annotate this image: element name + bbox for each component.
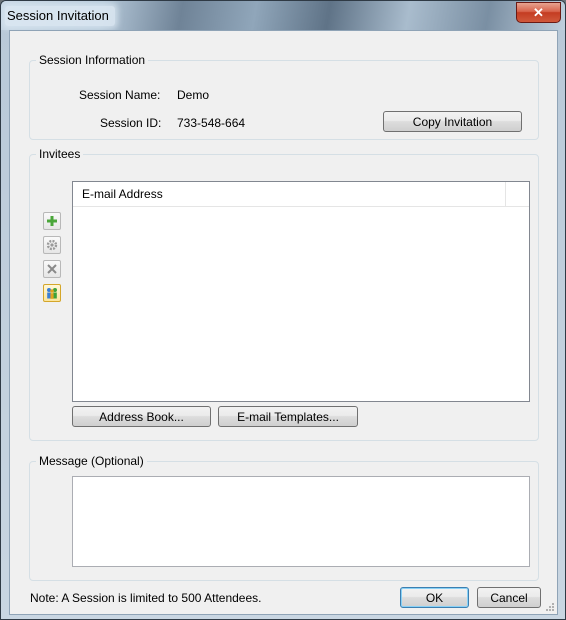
session-id-label: Session ID: <box>100 116 162 130</box>
list-header: E-mail Address <box>73 182 529 207</box>
cancel-button[interactable]: Cancel <box>477 587 541 608</box>
ok-button[interactable]: OK <box>400 587 469 608</box>
remove-invitee-button[interactable] <box>43 260 61 278</box>
column-separator[interactable] <box>505 182 506 206</box>
invitees-list[interactable]: E-mail Address <box>72 181 530 402</box>
title-bar[interactable]: Session Invitation ✕ <box>1 1 565 30</box>
add-invitee-button[interactable] <box>43 212 61 230</box>
copy-invitation-button[interactable]: Copy Invitation <box>383 111 522 132</box>
delete-icon <box>47 264 57 274</box>
close-button[interactable]: ✕ <box>516 2 561 23</box>
close-icon: ✕ <box>533 5 544 20</box>
email-templates-button[interactable]: E-mail Templates... <box>218 406 358 427</box>
session-id-value: 733-548-664 <box>177 116 246 130</box>
invitees-legend: Invitees <box>39 147 81 161</box>
session-name-label: Session Name: <box>79 88 161 102</box>
message-legend: Message (Optional) <box>39 454 144 468</box>
attendee-limit-note: Note: A Session is limited to 500 Attend… <box>30 591 262 605</box>
message-textarea[interactable] <box>72 476 530 567</box>
email-address-column-header[interactable]: E-mail Address <box>82 187 163 201</box>
people-icon <box>47 288 57 299</box>
session-invitation-window: Session Invitation ✕ Session Information… <box>0 0 566 620</box>
add-icon <box>47 216 57 226</box>
session-name-value: Demo <box>177 88 210 102</box>
dialog-client-area: Session Information Session Name: Demo S… <box>9 30 558 615</box>
resize-grip-icon[interactable] <box>545 602 555 612</box>
window-title: Session Invitation <box>5 6 115 26</box>
gear-icon <box>46 239 58 251</box>
address-book-button[interactable]: Address Book... <box>72 406 211 427</box>
edit-invitee-button[interactable] <box>43 236 61 254</box>
people-button[interactable] <box>43 284 61 302</box>
session-information-legend: Session Information <box>39 53 146 67</box>
